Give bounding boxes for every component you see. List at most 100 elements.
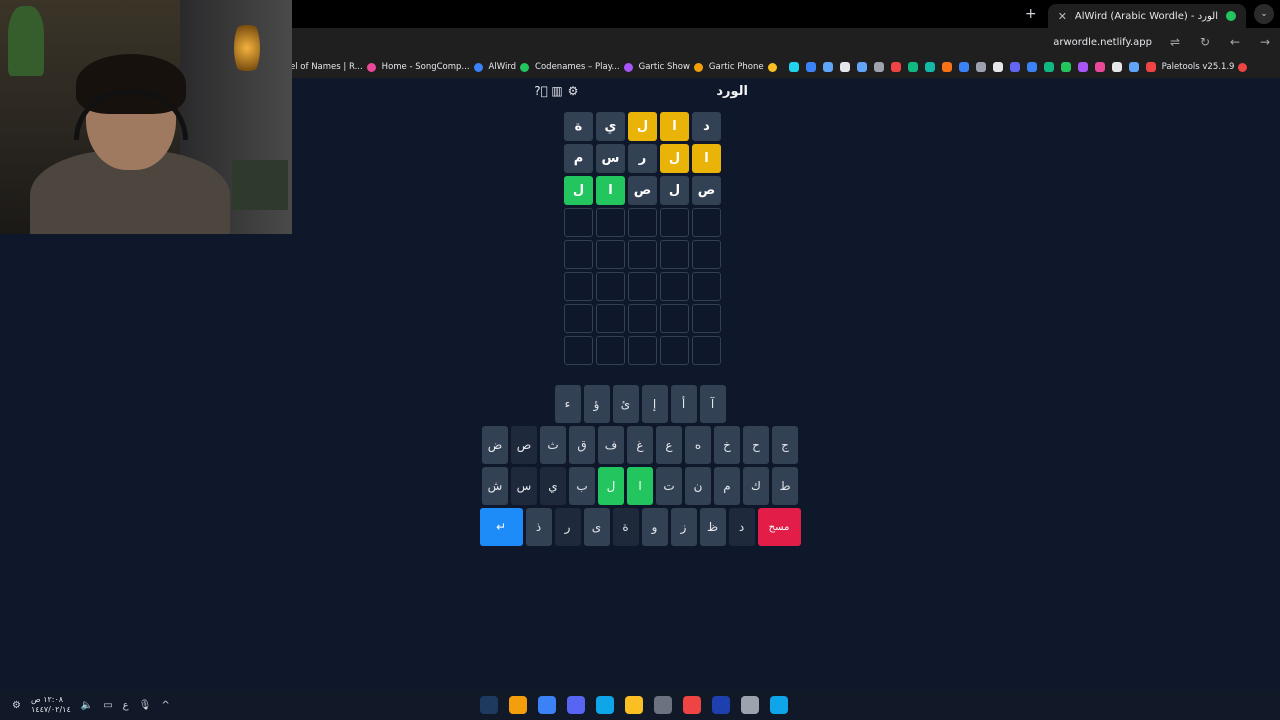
bookmark-site-icon[interactable] [941,62,952,72]
bookmark-site-icon[interactable] [1145,62,1156,72]
bookmark-site-icon[interactable] [1094,62,1105,72]
key[interactable]: آ [699,385,726,423]
board-tile [564,272,593,301]
key[interactable]: س [511,467,537,505]
bookmark-site-icon[interactable] [1009,62,1020,72]
key[interactable]: ى [583,508,610,546]
close-tab-icon[interactable]: ✕ [1058,10,1067,23]
key[interactable]: أ [670,385,697,423]
taskbar-app-icon[interactable] [567,696,585,714]
bookmark-site-icon[interactable] [873,62,884,72]
bookmark-item[interactable]: Gartic Show [639,62,703,72]
tab-alwird[interactable]: ✕ AlWird (Arabic Wordle) - الورد [1047,4,1246,28]
key[interactable]: ف [598,426,624,464]
bookmark-site-icon[interactable] [975,62,986,72]
key[interactable]: ش [482,467,508,505]
bookmark-site-icon[interactable] [1077,62,1088,72]
settings-gear-icon[interactable]: ⚙ [566,84,580,98]
keyboard-row: مسح د ظ ز و ة ى ر ذ ↵ [478,508,802,546]
taskbar-app-icon[interactable] [741,696,759,714]
taskbar-app-icon[interactable] [509,696,527,714]
key[interactable]: خ [714,426,740,464]
clock[interactable]: ١٢:٠٨ ص ١٤٤٧/٠٢/١٤ [31,695,71,715]
key[interactable]: ك [743,467,769,505]
taskbar-app-icon[interactable] [712,696,730,714]
key[interactable]: ي [540,467,566,505]
key[interactable]: ر [554,508,581,546]
key[interactable]: ب [569,467,595,505]
bookmark-site-icon[interactable] [1111,62,1122,72]
microphone-icon[interactable]: 🎙 [139,700,152,711]
bookmark-site-icon[interactable] [856,62,867,72]
bookmark-site-icon[interactable] [1060,62,1071,72]
key[interactable]: ط [772,467,798,505]
taskbar-app-icon[interactable] [683,696,701,714]
key[interactable]: د [728,508,755,546]
key[interactable]: ظ [699,508,726,546]
key[interactable]: ئ [612,385,639,423]
key[interactable]: ن [685,467,711,505]
bookmark-site-icon[interactable] [958,62,969,72]
key[interactable]: ت [656,467,682,505]
key[interactable]: ة [612,508,639,546]
tab-search-icon[interactable]: ⌄ [1254,4,1274,24]
forward-icon[interactable]: → [1258,35,1272,49]
bookmark-item[interactable]: Paletools v25.1.9 [1162,62,1248,72]
url-text[interactable]: arwordle.netlify.app [1053,37,1152,48]
key[interactable]: و [641,508,668,546]
enter-key[interactable]: ↵ [479,508,523,546]
bookmark-item[interactable]: Gartic Phone [709,62,777,72]
key[interactable]: ع [656,426,682,464]
bookmark-item[interactable]: el of Names | R... [290,62,376,72]
key[interactable]: ل [598,467,624,505]
reload-icon[interactable]: ↻ [1198,35,1212,49]
notifications-icon[interactable]: ⚙ [12,700,21,711]
show-hidden-icons-icon[interactable]: ^ [161,700,169,711]
key[interactable]: إ [641,385,668,423]
key[interactable]: ه [685,426,711,464]
bookmark-site-icon[interactable] [822,62,833,72]
taskbar-app-icon[interactable] [538,696,556,714]
bookmark-site-icon[interactable] [1043,62,1054,72]
key[interactable]: ج [772,426,798,464]
key[interactable]: ح [743,426,769,464]
key[interactable]: ز [670,508,697,546]
bookmark-site-icon[interactable] [839,62,850,72]
board-tile [692,240,721,269]
bookmark-item[interactable]: AlWird [489,62,530,72]
bookmark-site-icon[interactable] [1128,62,1139,72]
key[interactable]: ض [482,426,508,464]
network-icon[interactable]: ▭ [103,700,112,711]
delete-key[interactable]: مسح [757,508,801,546]
bookmark-item[interactable]: Home - SongComp... [382,62,483,72]
stats-icon[interactable]: ▥ [550,84,564,98]
site-settings-icon[interactable]: ⇌ [1168,35,1182,49]
back-icon[interactable]: ← [1228,35,1242,49]
key[interactable]: ص [511,426,537,464]
language-indicator[interactable]: ع [123,700,129,711]
key[interactable]: ء [554,385,581,423]
bookmark-site-icon[interactable] [805,62,816,72]
bookmark-site-icon[interactable] [924,62,935,72]
bookmark-site-icon[interactable] [788,62,799,72]
volume-icon[interactable]: 🔈 [81,700,93,711]
key[interactable]: ث [540,426,566,464]
new-tab-button[interactable]: + [1020,6,1042,22]
taskbar-app-icon[interactable] [480,696,498,714]
taskbar-app-icon[interactable] [596,696,614,714]
key[interactable]: ؤ [583,385,610,423]
key[interactable]: م [714,467,740,505]
key[interactable]: غ [627,426,653,464]
bookmark-site-icon[interactable] [1026,62,1037,72]
bookmark-item[interactable]: Codenames – Play... [535,62,633,72]
bookmark-site-icon[interactable] [907,62,918,72]
bookmark-site-icon[interactable] [890,62,901,72]
taskbar-app-icon[interactable] [770,696,788,714]
key[interactable]: ا [627,467,653,505]
help-icon[interactable]: ?⃝ [534,84,548,98]
key[interactable]: ذ [525,508,552,546]
key[interactable]: ق [569,426,595,464]
bookmark-site-icon[interactable] [992,62,1003,72]
taskbar-app-icon[interactable] [654,696,672,714]
taskbar-app-icon[interactable] [625,696,643,714]
